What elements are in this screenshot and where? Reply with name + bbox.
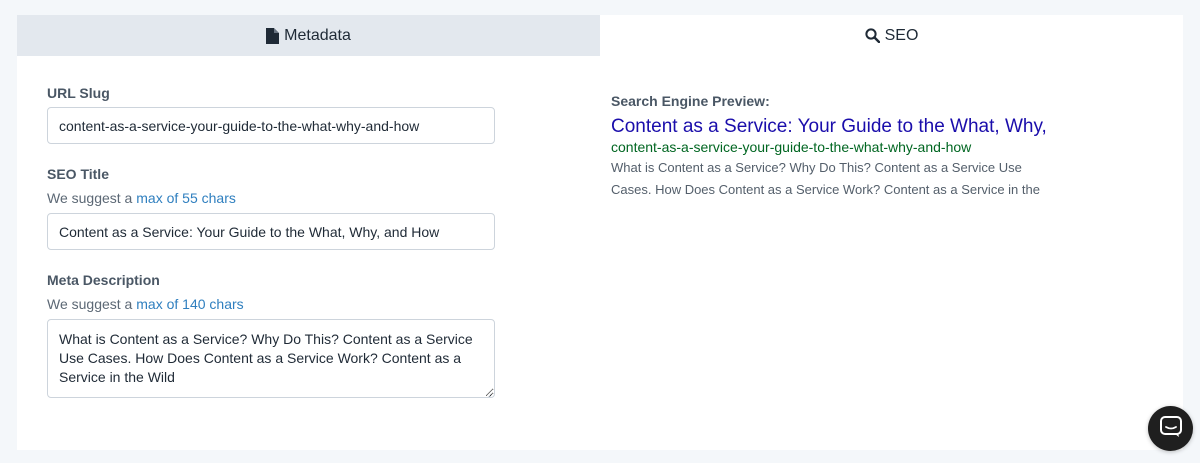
meta-description-hint-text: We suggest a xyxy=(47,296,137,312)
seo-title-hint-link[interactable]: max of 55 chars xyxy=(136,190,236,206)
preview-title: Content as a Service: Your Guide to the … xyxy=(611,116,1051,137)
chat-icon xyxy=(1159,415,1182,442)
seo-title-label: SEO Title xyxy=(47,166,109,182)
tab-seo[interactable]: SEO xyxy=(600,15,1183,56)
url-slug-label: URL Slug xyxy=(47,85,110,101)
preview-url: content-as-a-service-your-guide-to-the-w… xyxy=(611,139,972,155)
resize-handle-icon[interactable] xyxy=(484,387,493,397)
meta-description-hint-link[interactable]: max of 140 chars xyxy=(136,296,243,312)
url-slug-input[interactable]: content-as-a-service-your-guide-to-the-w… xyxy=(47,107,495,144)
meta-description-label: Meta Description xyxy=(47,272,160,288)
preview-label: Search Engine Preview: xyxy=(611,93,770,109)
meta-description-hint: We suggest a max of 140 chars xyxy=(47,296,244,312)
tab-bar: Metadata SEO xyxy=(17,15,1183,56)
seo-title-hint-text: We suggest a xyxy=(47,190,137,206)
seo-title-hint: We suggest a max of 55 chars xyxy=(47,190,236,206)
tab-metadata-label: Metadata xyxy=(284,26,351,44)
search-engine-preview: Search Engine Preview: Content as a Serv… xyxy=(611,93,1051,201)
tab-metadata[interactable]: Metadata xyxy=(17,15,600,56)
search-icon xyxy=(864,28,880,43)
meta-description-value: What is Content as a Service? Why Do Thi… xyxy=(59,331,473,385)
chat-launcher-button[interactable] xyxy=(1148,406,1193,451)
seo-panel: Metadata SEO URL Slug content-as-a-servi… xyxy=(17,15,1183,450)
preview-description: What is Content as a Service? Why Do Thi… xyxy=(611,160,1040,197)
meta-description-textarea[interactable]: What is Content as a Service? Why Do Thi… xyxy=(47,319,495,398)
file-icon xyxy=(266,27,280,44)
seo-title-input[interactable]: Content as a Service: Your Guide to the … xyxy=(47,213,495,250)
tab-seo-label: SEO xyxy=(884,26,919,44)
